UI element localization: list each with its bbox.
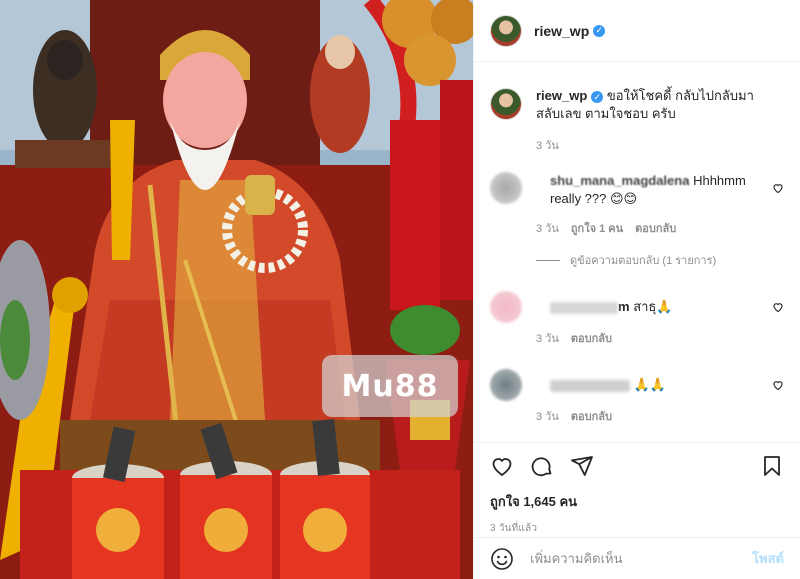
heart-icon[interactable]: [490, 454, 514, 478]
comment-username[interactable]: m: [618, 299, 630, 314]
comment-item: m สาธุ🙏 3 วัน ตอบกลับ: [490, 291, 784, 347]
post-comment-button[interactable]: โพสต์: [752, 548, 784, 569]
watermark-badge: Mu88: [322, 355, 458, 417]
emoji-icon[interactable]: [490, 547, 514, 571]
author-avatar[interactable]: [490, 14, 522, 47]
share-icon[interactable]: [570, 454, 594, 478]
comment-text-block: 🙏🙏: [550, 376, 770, 394]
bookmark-icon[interactable]: [760, 454, 784, 478]
post-photo[interactable]: Mu88: [0, 0, 473, 579]
add-comment-bar: เพิ่มความคิดเห็น โพสต์: [474, 537, 800, 579]
watermark-text: Mu88: [341, 368, 439, 404]
verified-badge-icon: ✓: [591, 91, 604, 103]
comment-text-block: m สาธุ🙏: [550, 298, 770, 316]
caption-username[interactable]: riew_wp: [536, 88, 587, 103]
reply-button[interactable]: ตอบกลับ: [571, 407, 612, 425]
post-header: riew_wp ✓: [474, 0, 800, 62]
caption-avatar[interactable]: [490, 88, 522, 120]
likes-count[interactable]: ถูกใจ 1,645 คน: [490, 491, 784, 512]
comment-username-blurred[interactable]: [550, 379, 630, 392]
caption-text-block: riew_wp ✓ ขอให้โชคดี้ กลับไปกลับมา สลับเล…: [536, 87, 776, 123]
commenter-avatar[interactable]: [490, 369, 522, 401]
post-sidebar: riew_wp ✓ riew_wp ✓ ขอให้โชคดี้ กลับไปกลั…: [473, 0, 800, 579]
comment-time[interactable]: 3 วัน: [536, 329, 559, 347]
comment-text: สาธุ🙏: [633, 299, 673, 314]
comment-username-blurred[interactable]: [550, 301, 618, 314]
comment-like-heart-icon[interactable]: [772, 379, 784, 391]
commenter-avatar[interactable]: [490, 172, 522, 204]
caption: riew_wp ✓ ขอให้โชคดี้ กลับไปกลับมา สลับเล…: [490, 87, 784, 154]
action-bar: ถูกใจ 1,645 คน 3 วันที่แล้ว: [474, 442, 800, 537]
replies-divider: [536, 259, 560, 261]
reply-button[interactable]: ตอบกลับ: [571, 329, 612, 347]
posted-time[interactable]: 3 วันที่แล้ว: [490, 521, 784, 536]
reply-button[interactable]: ตอบกลับ: [635, 219, 676, 237]
shrine-photo-illustration: [0, 0, 473, 579]
action-icons: [490, 443, 784, 489]
comment-like-heart-icon[interactable]: [772, 301, 784, 313]
comment-input[interactable]: เพิ่มความคิดเห็น: [530, 548, 752, 569]
comment-meta: 3 วัน ตอบกลับ: [536, 407, 756, 425]
comment-meta: 3 วัน ถูกใจ 1 คน ตอบกลับ: [536, 219, 756, 237]
view-replies-label: ดูข้อความตอบกลับ (1 รายการ): [570, 255, 717, 267]
comments-list[interactable]: riew_wp ✓ ขอให้โชคดี้ กลับไปกลับมา สลับเล…: [474, 63, 800, 441]
view-replies-button[interactable]: ดูข้อความตอบกลับ (1 รายการ): [536, 251, 784, 269]
comment-likes[interactable]: ถูกใจ 1 คน: [571, 219, 623, 237]
verified-badge-icon: ✓: [593, 24, 606, 37]
comment-time[interactable]: 3 วัน: [536, 219, 559, 237]
comment-text-block: shu_mana_magdalena Hhhhmm really ??? 😊😊: [550, 172, 770, 208]
comment-like-heart-icon[interactable]: [772, 182, 784, 194]
comment-text: 🙏🙏: [633, 377, 666, 392]
caption-time[interactable]: 3 วัน: [536, 136, 559, 154]
commenter-avatar[interactable]: [490, 291, 522, 323]
comment-meta: 3 วัน ตอบกลับ: [536, 329, 756, 347]
comment-username[interactable]: shu_mana_magdalena: [550, 173, 689, 188]
comment-item: 🙏🙏 3 วัน ตอบกลับ: [490, 369, 784, 425]
caption-meta: 3 วัน: [536, 136, 776, 154]
comment-icon[interactable]: [530, 454, 554, 478]
comment-time[interactable]: 3 วัน: [536, 407, 559, 425]
comment-item: shu_mana_magdalena Hhhhmm really ??? 😊😊 …: [490, 172, 784, 237]
author-username[interactable]: riew_wp: [534, 23, 589, 39]
